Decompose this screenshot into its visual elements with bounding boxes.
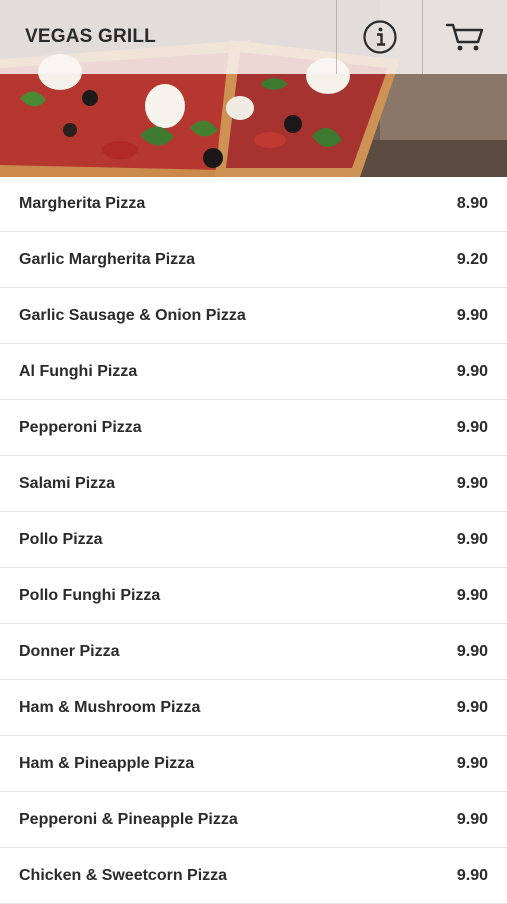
cart-button[interactable]: [422, 0, 507, 74]
menu-item-name: Donner Pizza: [19, 642, 120, 660]
menu-item-name: Salami Pizza: [19, 474, 116, 492]
menu-item[interactable]: Pepperoni Pizza 9.90: [0, 400, 507, 456]
menu-item-name: Ham & Mushroom Pizza: [19, 698, 201, 716]
menu-item-name: Garlic Margherita Pizza: [19, 250, 196, 268]
menu-item[interactable]: Garlic Margherita Pizza 9.20: [0, 232, 507, 288]
menu-item-name: Pepperoni Pizza: [19, 418, 142, 436]
menu-item-name: Garlic Sausage & Onion Pizza: [19, 306, 246, 324]
info-icon: [362, 20, 397, 54]
menu-item-price: 9.90: [456, 586, 488, 604]
menu-item-price: 9.90: [456, 754, 488, 772]
app-title: VEGAS GRILL: [25, 26, 156, 47]
menu-item-price: 9.90: [456, 642, 488, 660]
menu-item-name: Pollo Funghi Pizza: [19, 586, 161, 604]
cart-icon: [445, 23, 484, 51]
menu-item-price: 9.90: [456, 866, 488, 884]
menu-item-name: Chicken & Sweetcorn Pizza: [19, 866, 228, 884]
menu-item-name: Pollo Pizza: [19, 530, 103, 548]
menu-item-price: 9.90: [456, 698, 488, 716]
header: VEGAS GRILL: [0, 0, 507, 177]
menu-item-price: 9.90: [456, 306, 488, 324]
menu-item-price: 9.90: [456, 474, 488, 492]
menu-item-price: 8.90: [456, 195, 488, 212]
menu-item[interactable]: Ham & Mushroom Pizza 9.90: [0, 680, 507, 736]
menu-item[interactable]: Salami Pizza 9.90: [0, 456, 507, 512]
menu-item[interactable]: Donner Pizza 9.90: [0, 624, 507, 680]
menu-item-name: Pepperoni & Pineapple Pizza: [19, 810, 238, 828]
menu-list: Margherita Pizza 8.90 Garlic Margherita Pi…: [0, 177, 507, 904]
menu-item[interactable]: Margherita Pizza 8.90: [0, 177, 507, 232]
menu-item-price: 9.90: [456, 810, 488, 828]
menu-item-price: 9.90: [456, 530, 488, 548]
menu-item[interactable]: Pepperoni & Pineapple Pizza 9.90: [0, 792, 507, 848]
menu-item-price: 9.90: [456, 362, 488, 380]
menu-item-name: Ham & Pineapple Pizza: [19, 754, 195, 772]
menu-item[interactable]: Chicken & Sweetcorn Pizza 9.90: [0, 848, 507, 904]
menu-item[interactable]: Pollo Funghi Pizza 9.90: [0, 568, 507, 624]
menu-item[interactable]: Al Funghi Pizza 9.90: [0, 344, 507, 400]
menu-item[interactable]: Ham & Pineapple Pizza 9.90: [0, 736, 507, 792]
menu-item-price: 9.20: [456, 250, 488, 268]
top-bar: VEGAS GRILL: [0, 0, 507, 74]
menu-item[interactable]: Pollo Pizza 9.90: [0, 512, 507, 568]
menu-item-name: Al Funghi Pizza: [19, 362, 138, 380]
menu-item[interactable]: Garlic Sausage & Onion Pizza 9.90: [0, 288, 507, 344]
menu-item-price: 9.90: [456, 418, 488, 436]
info-button[interactable]: [336, 0, 422, 74]
menu-item-name: Margherita Pizza: [19, 195, 146, 212]
